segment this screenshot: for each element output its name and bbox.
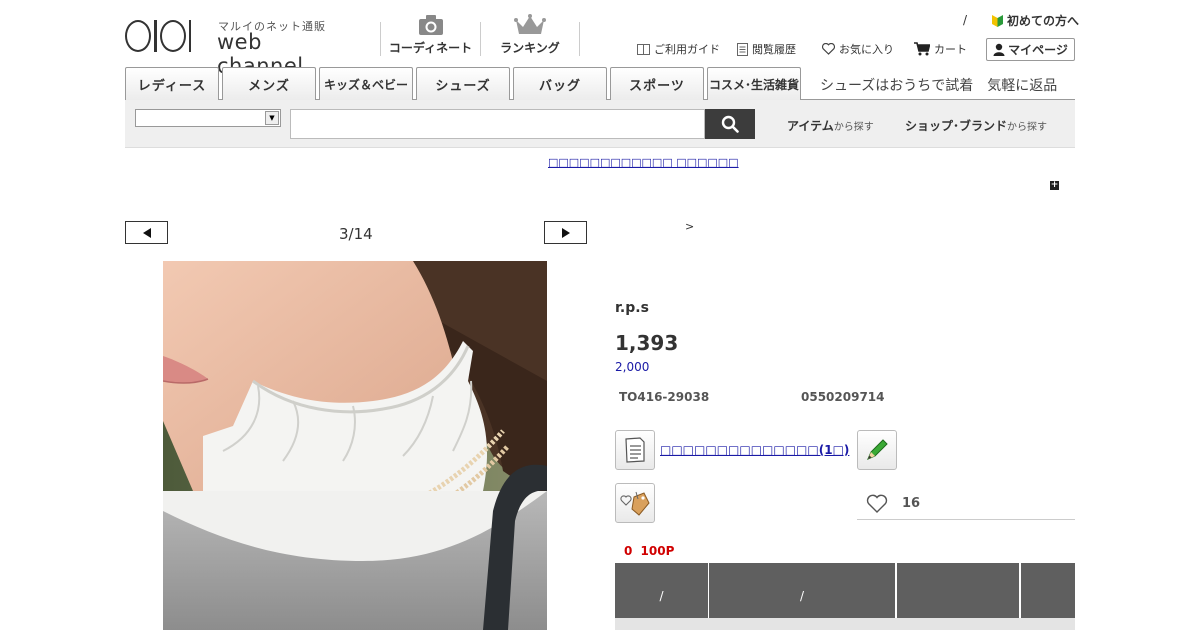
search-bar: ▼ アイテムから探す ショップ･ブランドから探す [125,100,1075,148]
brand-name[interactable]: r.p.s [615,300,649,316]
chevron-down-icon: ▼ [265,111,279,125]
tab-ladies[interactable]: レディース [125,67,219,100]
product-photo-illustration [163,261,547,630]
next-image-button[interactable] [544,221,587,244]
product-jan-code: 0550209714 [801,390,885,404]
search-input[interactable] [290,109,705,139]
product-image[interactable] [163,261,547,630]
user-icon [993,43,1005,56]
favorites-label: お気に入り [839,43,894,56]
shoes-promo-link[interactable]: シューズはおうちで試着 気軽に返品 [820,75,1057,95]
cart-icon [914,42,930,56]
favorite-heart-icon[interactable] [866,494,888,514]
expand-icon[interactable]: + [1050,181,1059,190]
prev-image-button[interactable] [125,221,168,244]
table-row [615,618,1075,630]
write-review-button[interactable] [857,430,897,470]
original-price: 2,000 [615,360,650,374]
table-header-cell: / [615,563,708,618]
review-button[interactable] [615,430,655,470]
guide-link[interactable]: ご利用ガイド [637,41,720,57]
search-category-select[interactable]: ▼ [135,109,281,127]
nav-coordinate-label: コーディネート [388,41,473,55]
guide-label: ご利用ガイド [654,43,720,56]
cart-label: カート [934,43,967,56]
site-logo[interactable]: マルイのネット通販 web channel [125,18,355,78]
mypage-label: マイページ [1008,43,1068,57]
tab-sports[interactable]: スポーツ [610,67,704,100]
search-by-item-suffix: から探す [833,122,874,133]
divider [857,519,1075,520]
nav-ranking-label: ランキング [500,41,560,55]
favorites-link[interactable]: お気に入り [822,41,894,57]
header-separator: / [963,13,968,27]
breadcrumb[interactable]: > [685,220,694,233]
document-icon [625,437,645,463]
favorite-brand-button[interactable] [615,483,655,523]
nav-coordinate[interactable]: コーディネート [380,15,480,56]
cart-link[interactable]: カート [914,41,967,57]
review-link[interactable]: □□□□□□□□□□□□□□(1□) [660,443,849,457]
heart-icon [822,43,835,55]
first-time-label: 初めての方へ [1007,14,1080,28]
search-icon [721,115,739,133]
notice-link[interactable]: □□□□□□□□□□□□ □□□□□□ [548,156,739,169]
search-button[interactable] [705,109,755,139]
beginner-mark-icon [992,14,1003,27]
triangle-right-icon [561,227,570,238]
crown-icon [514,14,546,34]
table-header-cell [1021,563,1075,618]
guide-icon [637,44,650,55]
size-stock-table: / / [615,563,1075,618]
table-header-cell: / [709,563,895,618]
search-by-shop-link[interactable]: ショップ･ブランドから探す [905,117,1047,134]
history-label: 閲覧履歴 [752,43,796,56]
search-by-shop-suffix: から探す [1007,122,1048,133]
tab-mens[interactable]: メンズ [222,67,316,100]
category-tabs: レディース メンズ キッズ＆ベビー シューズ バッグ スポーツ コスメ･生活雑貨… [125,67,1075,100]
camera-icon [418,15,443,35]
points-info: 0 100P [624,544,675,558]
history-link[interactable]: 閲覧履歴 [737,41,796,57]
sale-price: 1,393 [615,331,679,355]
search-by-item-label: アイテム [787,119,834,133]
product-code: TO416-29038 [619,390,710,404]
pencil-icon [867,439,888,460]
tab-shoes[interactable]: シューズ [416,67,510,100]
search-by-item-link[interactable]: アイテムから探す [787,117,874,134]
heart-tag-icon [620,491,650,516]
tab-kids-baby[interactable]: キッズ＆ベビー [319,67,413,100]
search-by-shop-label: ショップ･ブランド [905,119,1008,133]
tab-cosme-goods[interactable]: コスメ･生活雑貨 [707,67,801,100]
first-time-link[interactable]: 初めての方へ [992,12,1079,29]
mypage-button[interactable]: マイページ [986,38,1075,61]
nav-ranking[interactable]: ランキング [480,14,580,56]
table-header-cell [897,563,1019,618]
triangle-left-icon [142,227,151,238]
history-icon [737,42,748,56]
image-counter: 3/14 [339,225,373,243]
marui-logo-mark [125,20,191,52]
favorite-count: 16 [902,496,921,511]
tab-bags[interactable]: バッグ [513,67,607,100]
